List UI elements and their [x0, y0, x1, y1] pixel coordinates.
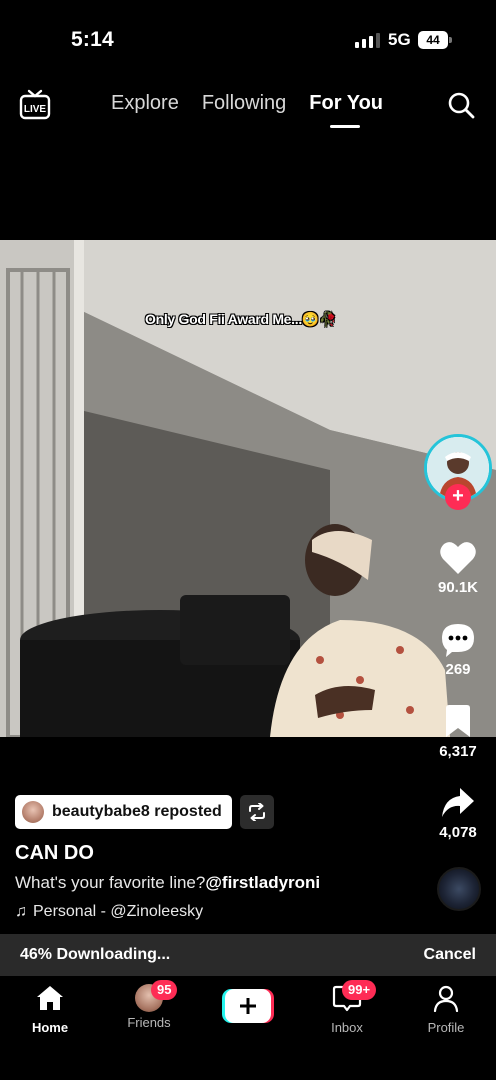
feed-tabs: Explore Following For You	[111, 92, 406, 128]
tab-friends-label: Friends	[127, 1015, 171, 1030]
friends-badge: 95	[151, 980, 178, 1000]
create-button[interactable]	[222, 989, 274, 1023]
description-text: What's your favorite line?	[15, 873, 206, 892]
tab-friends[interactable]: Friends 95	[109, 980, 189, 1030]
tab-home[interactable]: Home	[10, 984, 90, 1035]
repost-icon[interactable]	[240, 795, 274, 829]
search-icon[interactable]	[446, 90, 476, 120]
comment-count: 269	[445, 661, 471, 678]
tab-for-you[interactable]: For You	[309, 92, 383, 128]
active-tab-indicator	[330, 125, 361, 128]
live-label: LIVE	[24, 104, 47, 115]
network-label: 5G	[388, 30, 411, 49]
bottom-tab-bar: Home Friends 95 Inbox 99+ Profile	[0, 976, 496, 1080]
music-note-icon: ♫	[15, 903, 27, 920]
like-icon[interactable]	[439, 540, 477, 581]
repost-label: beautybabe8 reposted	[52, 803, 222, 820]
profile-icon	[433, 985, 459, 1013]
mention-link[interactable]: @firstladyroni	[205, 873, 320, 892]
tab-home-label: Home	[31, 1020, 69, 1035]
live-icon[interactable]: LIVE	[19, 88, 51, 120]
video-title: CAN DO	[15, 842, 94, 864]
top-nav: LIVE Explore Following For You	[0, 80, 496, 140]
tab-explore[interactable]: Explore	[111, 92, 179, 115]
music-disc-icon[interactable]	[437, 867, 481, 911]
tab-following[interactable]: Following	[202, 92, 286, 115]
status-bar: 5:14 5G 44	[0, 0, 496, 80]
save-count: 6,317	[439, 743, 477, 760]
share-icon[interactable]	[440, 786, 476, 825]
tab-inbox[interactable]: Inbox 99+	[307, 980, 387, 1035]
signal-icon	[355, 32, 380, 48]
share-count: 4,078	[439, 824, 477, 841]
follow-button[interactable]: +	[445, 484, 471, 510]
video-text-overlay: Only God Fii Award Me...🥹🥀	[145, 311, 337, 327]
video-description: What's your favorite line?@firstladyroni	[15, 873, 320, 893]
inbox-badge: 99+	[342, 980, 377, 1000]
music-title: Personal - @Zinoleesky	[33, 903, 204, 920]
tab-profile[interactable]: Profile	[406, 984, 486, 1035]
bookmark-icon[interactable]	[444, 704, 472, 743]
home-icon	[37, 986, 63, 1010]
reposter-avatar	[22, 801, 44, 823]
download-status: 46% Downloading...	[20, 946, 171, 963]
comment-icon[interactable]	[440, 622, 476, 663]
music-row[interactable]: ♫ Personal - @Zinoleesky	[15, 903, 203, 921]
battery-level: 44	[418, 31, 448, 49]
tab-inbox-label: Inbox	[331, 1020, 363, 1035]
tab-profile-label: Profile	[427, 1020, 465, 1035]
status-time: 5:14	[71, 28, 114, 51]
cancel-download-button[interactable]: Cancel	[424, 946, 476, 964]
like-count: 90.1K	[437, 579, 479, 596]
battery-icon: 44	[418, 31, 452, 49]
download-progress-bar: 46% Downloading... Cancel	[0, 934, 496, 976]
repost-chip[interactable]: beautybabe8 reposted	[15, 795, 232, 829]
tab-for-you-label: For You	[309, 92, 383, 114]
